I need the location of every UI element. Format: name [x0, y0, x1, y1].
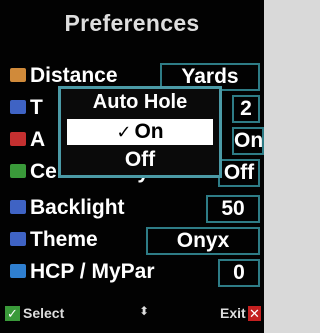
setting-value[interactable]: 2: [232, 95, 260, 123]
checkmark-icon[interactable]: ✓: [5, 306, 20, 321]
setting-label: T: [30, 96, 43, 119]
close-icon[interactable]: ✕: [248, 306, 261, 321]
setting-label: Theme: [30, 228, 98, 251]
setting-value[interactable]: Onyx: [146, 227, 260, 255]
magnifier-icon: [10, 100, 26, 114]
up-down-arrows-icon: ⬍: [139, 304, 150, 318]
footer-bar: ✓ Select ⬍ Exit ✕: [0, 303, 264, 327]
player-icon: [10, 264, 26, 278]
popup-option-off[interactable]: Off: [67, 147, 213, 173]
exit-button[interactable]: Exit: [220, 305, 246, 321]
center-icon: [10, 164, 26, 178]
setting-label: A: [30, 128, 46, 151]
golf-hole-icon: [10, 132, 26, 146]
popup-option-on[interactable]: ✓ On: [67, 119, 213, 145]
setting-value[interactable]: 0: [218, 259, 260, 287]
bulb-icon: [10, 200, 26, 214]
check-icon: ✓: [116, 122, 132, 142]
select-button[interactable]: Select: [23, 305, 64, 321]
option-label: On: [134, 120, 164, 143]
setting-label: HCP / MyPar: [30, 260, 155, 283]
setting-value[interactable]: Off: [218, 159, 260, 187]
ruler-icon: [10, 68, 26, 82]
setting-row-theme[interactable]: Theme Onyx: [10, 226, 260, 255]
setting-row-backlight[interactable]: Backlight 50: [10, 194, 260, 223]
setting-value[interactable]: 50: [206, 195, 260, 223]
setting-value[interactable]: On: [232, 127, 264, 155]
auto-hole-popup: Auto Hole ✓ On Off: [58, 86, 222, 178]
theme-icon: [10, 232, 26, 246]
setting-row-hcp-mypar[interactable]: HCP / MyPar 0: [10, 258, 260, 287]
page-title: Preferences: [64, 10, 200, 36]
setting-label: Backlight: [30, 196, 125, 219]
option-label: Off: [124, 148, 156, 171]
popup-title: Auto Hole: [92, 91, 188, 113]
preferences-screen: Preferences Distance Yards T 2 A On Cent…: [0, 0, 264, 333]
